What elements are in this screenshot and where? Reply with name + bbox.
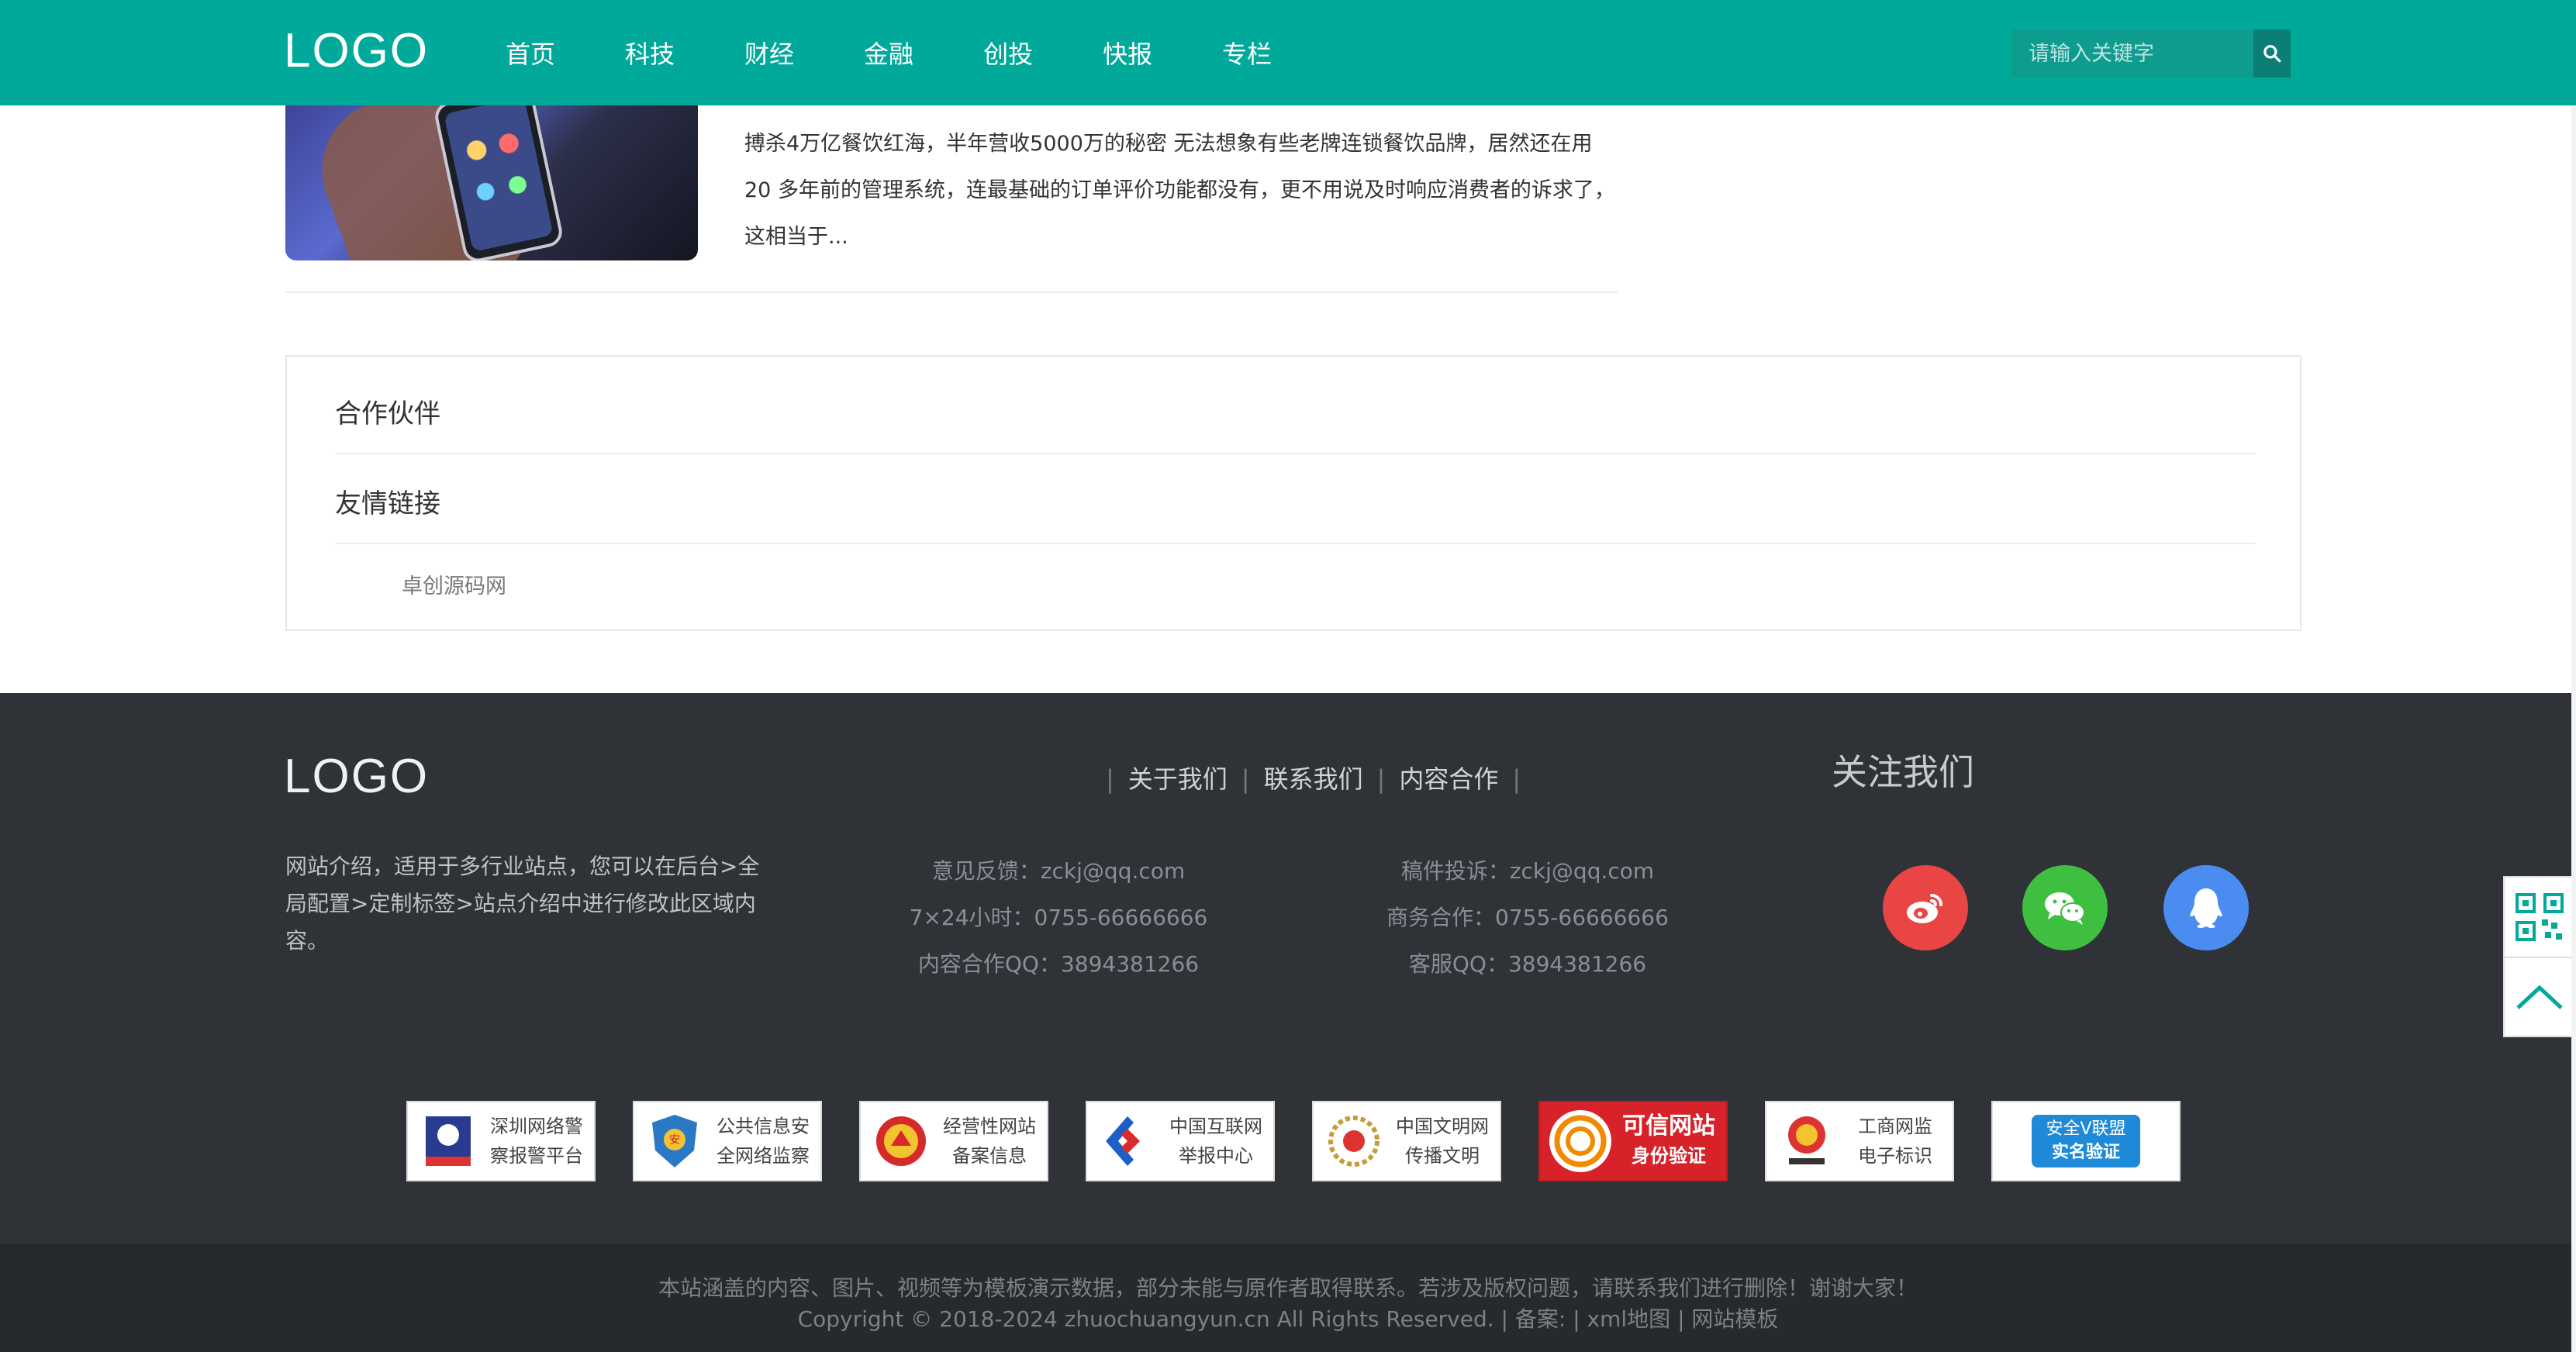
footer-link-contact[interactable]: 联系我们 (1264, 764, 1363, 794)
nav-item-banking[interactable]: 金融 (864, 35, 913, 71)
contact-business: 商务合作：0755-66666666 (1386, 905, 1669, 930)
main-nav: 首页 科技 财经 金融 创投 快报 专栏 (506, 0, 1342, 105)
civilization-icon (1323, 1110, 1385, 1172)
friend-links-title: 友情链接 (335, 488, 440, 519)
contact-service-qq: 客服QQ：3894381266 (1408, 951, 1647, 977)
qq-icon (2190, 888, 2222, 928)
alliance-ribbon: 安全V联盟 实名验证 (2032, 1115, 2140, 1167)
site-intro: 网站介绍，适用于多行业站点，您可以在后台>全局配置>定制标签>站点介绍中进行修改… (285, 854, 760, 954)
contact-hotline: 7×24小时：0755-66666666 (909, 905, 1208, 930)
badge-security-alliance[interactable]: 安全V联盟 实名验证 (1991, 1101, 2181, 1181)
contact-complaint: 稿件投诉：zckj@qq.com (1400, 858, 1655, 884)
badge-line2: 举报中心 (1179, 1145, 1253, 1167)
scrollbar[interactable] (2571, 0, 2576, 1352)
top-navbar: LOGO 首页 科技 财经 金融 创投 快报 专栏 (0, 0, 2576, 105)
badge-commerce[interactable]: 工商网监 电子标识 (1765, 1101, 1954, 1181)
nav-item-finance[interactable]: 财经 (744, 35, 794, 71)
article-excerpt: 搏杀4万亿餐饮红海，半年营收5000万的秘密 无法想象有些老牌连锁餐饮品牌，居然… (744, 132, 1615, 249)
badge-trusted-site[interactable]: 可信网站 身份验证 (1538, 1101, 1728, 1181)
partners-title: 合作伙伴 (335, 398, 440, 429)
shield-icon: 安 (644, 1110, 706, 1172)
contact-qq: 内容合作QQ：3894381266 (917, 951, 1200, 977)
badge-civilization[interactable]: 中国文明网 传播文明 (1312, 1101, 1501, 1181)
copyright-bar: 本站涵盖的内容、图片、视频等为模板演示数据，部分未能与原作者取得联系。若涉及版权… (0, 1243, 2576, 1352)
badge-line2: 全网络监察 (717, 1145, 810, 1167)
nav-item-home[interactable]: 首页 (506, 35, 555, 71)
footer-link-about[interactable]: 关于我们 (1128, 764, 1228, 794)
copyright-text: Copyright © 2018-2024 zhuochuangyun.cn A… (797, 1306, 1779, 1332)
commerce-icon (1776, 1110, 1838, 1172)
divider (285, 291, 1618, 293)
trusted-icon (1549, 1110, 1611, 1172)
wechat-button[interactable] (2022, 865, 2108, 950)
badge-line1: 深圳网络警 (490, 1116, 583, 1137)
follow-us-title: 关注我们 (1832, 751, 1974, 793)
qq-button[interactable] (2163, 865, 2249, 950)
badge-line2: 实名验证 (2051, 1143, 2120, 1162)
friend-link[interactable]: 卓创源码网 (402, 569, 506, 599)
search-box (2011, 29, 2291, 78)
wechat-icon (2045, 892, 2085, 925)
divider (335, 453, 2255, 454)
nav-item-tech[interactable]: 科技 (625, 35, 675, 71)
divider (335, 543, 2255, 544)
nav-item-venture[interactable]: 创投 (983, 35, 1033, 71)
site-logo[interactable]: LOGO (284, 23, 429, 78)
back-to-top-button[interactable] (2505, 957, 2574, 1036)
badge-line1: 中国互联网 (1169, 1116, 1262, 1137)
badge-line1: 可信网站 (1622, 1112, 1715, 1140)
search-input[interactable] (2011, 29, 2253, 78)
contact-list-right: 稿件投诉：zckj@qq.com 商务合作：0755-66666666 客服QQ… (1365, 848, 1690, 988)
weibo-icon (1907, 894, 1942, 923)
badge-line1: 工商网监 (1858, 1116, 1932, 1137)
disclaimer-text: 本站涵盖的内容、图片、视频等为模板演示数据，部分未能与原作者取得联系。若涉及版权… (658, 1275, 1918, 1301)
badge-police[interactable]: 深圳网络警察报警平台 (406, 1101, 596, 1181)
badge-line2: 传播文明 (1405, 1145, 1480, 1167)
badge-line1: 公共信息安 (717, 1116, 810, 1137)
badge-line1: 中国文明网 (1396, 1116, 1489, 1137)
footer: LOGO 网站介绍，适用于多行业站点，您可以在后台>全局配置>定制标签>站点介绍… (0, 693, 2576, 1243)
svg-text:安: 安 (669, 1134, 680, 1147)
badge-network-security[interactable]: 安 公共信息安全网络监察 (633, 1101, 822, 1181)
report-center-icon (1096, 1110, 1159, 1172)
float-toolbar (2503, 876, 2576, 1037)
contact-list-left: 意见反馈：zckj@qq.com 7×24小时：0755-66666666 内容… (900, 848, 1217, 988)
qrcode-icon (2516, 893, 2564, 941)
badge-line2: 备案信息 (952, 1145, 1027, 1167)
weibo-button[interactable] (1883, 865, 1968, 950)
badge-report-center[interactable]: 中国互联网 举报中心 (1086, 1101, 1275, 1181)
badge-line1: 安全V联盟 (2046, 1119, 2126, 1139)
badge-line2: 电子标识 (1858, 1145, 1932, 1167)
footer-link-cooperation[interactable]: 内容合作 (1399, 764, 1498, 794)
badge-line2: 察报警平台 (490, 1145, 583, 1167)
nav-item-news-flash[interactable]: 快报 (1103, 35, 1152, 71)
search-button[interactable] (2253, 29, 2291, 78)
partners-panel: 合作伙伴 友情链接 卓创源码网 (285, 355, 2301, 631)
qrcode-button[interactable] (2505, 878, 2574, 957)
search-icon (2263, 45, 2281, 63)
badge-business-record[interactable]: 经营性网站 备案信息 (859, 1101, 1048, 1181)
footer-logo[interactable]: LOGO (284, 749, 429, 804)
badge-line1: 经营性网站 (943, 1116, 1036, 1137)
police-icon (417, 1110, 479, 1172)
badge-line2: 身份验证 (1632, 1145, 1706, 1167)
chevron-up-icon (2516, 985, 2563, 1009)
footer-links: | 关于我们 | 联系我们 | 内容合作 | (1106, 764, 1521, 794)
emblem-icon (870, 1110, 932, 1172)
nav-item-column[interactable]: 专栏 (1222, 35, 1272, 71)
contact-feedback: 意见反馈：zckj@qq.com (931, 858, 1186, 884)
